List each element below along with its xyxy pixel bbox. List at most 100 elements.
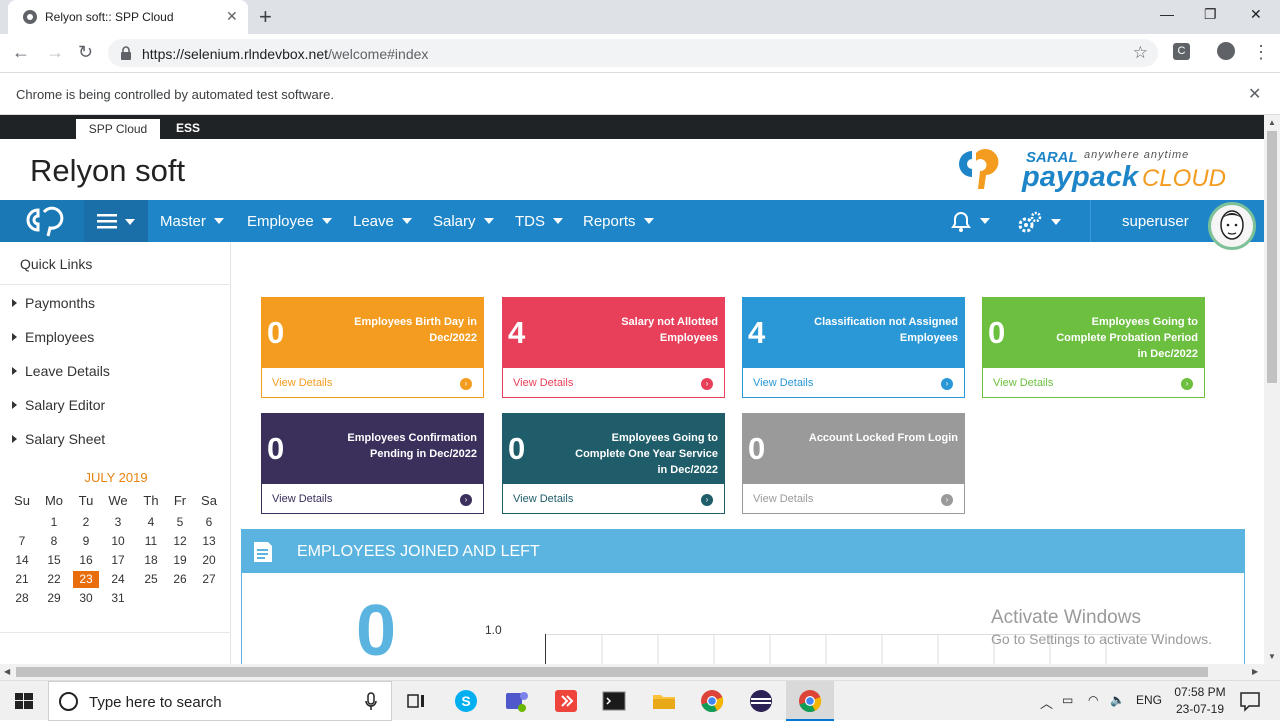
skype-icon[interactable]: S — [452, 687, 480, 715]
calendar-day[interactable]: 22 — [41, 571, 67, 588]
menu-reports[interactable]: Reports — [583, 213, 654, 230]
calendar-day[interactable]: 28 — [9, 590, 35, 607]
arrow-circle-icon[interactable]: › — [701, 378, 713, 390]
profile-icon[interactable] — [1217, 42, 1235, 60]
language-indicator[interactable]: ENG — [1136, 693, 1162, 707]
sidebar-item-paymonths[interactable]: Paymonths — [12, 295, 95, 311]
back-icon[interactable]: ← — [12, 42, 30, 63]
menu-employee[interactable]: Employee — [247, 213, 332, 230]
scroll-left-icon[interactable]: ◀ — [4, 667, 10, 676]
sidebar-item-leave-details[interactable]: Leave Details — [12, 363, 110, 379]
calendar-day[interactable]: 24 — [105, 571, 131, 588]
microphone-icon[interactable] — [365, 692, 377, 712]
battery-icon[interactable]: ▭ — [1062, 693, 1073, 707]
active-chrome-task[interactable] — [786, 681, 834, 721]
new-tab-icon[interactable]: + — [259, 4, 272, 30]
calendar-day[interactable]: 7 — [9, 533, 35, 550]
volume-icon[interactable]: 🔈 — [1110, 693, 1125, 707]
tab-ess[interactable]: ESS — [176, 121, 200, 135]
calendar-day[interactable]: 15 — [41, 552, 67, 569]
show-hidden-icons[interactable]: ︿ — [1040, 693, 1053, 712]
view-details-link[interactable]: View Details — [272, 377, 332, 389]
infobar-close-icon[interactable]: ✕ — [1248, 84, 1261, 104]
scroll-up-icon[interactable]: ▲ — [1268, 118, 1276, 127]
terminal-icon[interactable] — [600, 687, 628, 715]
calendar-day[interactable]: 19 — [167, 552, 193, 569]
system-clock[interactable]: 07:58 PM 23-07-19 — [1172, 684, 1228, 718]
calendar-day[interactable]: 8 — [41, 533, 67, 550]
calendar-day[interactable]: 27 — [196, 571, 222, 588]
calendar-day[interactable]: 29 — [41, 590, 67, 607]
calendar-today[interactable]: 23 — [73, 571, 99, 588]
calendar-day[interactable]: 12 — [167, 533, 193, 550]
arrow-circle-icon[interactable]: › — [460, 494, 472, 506]
extension-icon[interactable]: C — [1173, 43, 1190, 60]
notification-center-icon[interactable] — [1236, 687, 1264, 715]
calendar-day[interactable]: 13 — [196, 533, 222, 550]
close-window-icon[interactable]: ✕ — [1250, 6, 1262, 23]
teams-icon[interactable] — [502, 687, 530, 715]
view-details-link[interactable]: View Details — [513, 493, 573, 505]
chrome-menu-icon[interactable]: ⋮ — [1252, 42, 1270, 63]
calendar-day[interactable]: 26 — [167, 571, 193, 588]
bookmark-star-icon[interactable]: ☆ — [1133, 43, 1148, 63]
avatar[interactable] — [1208, 202, 1256, 250]
arrow-circle-icon[interactable]: › — [941, 494, 953, 506]
calendar-day[interactable]: 11 — [138, 533, 164, 550]
eclipse-icon[interactable] — [747, 687, 775, 715]
tab-spp-cloud[interactable]: SPP Cloud — [76, 119, 160, 139]
menu-leave[interactable]: Leave — [353, 213, 412, 230]
restore-icon[interactable]: ❐ — [1204, 6, 1217, 23]
scrollbar-thumb[interactable] — [16, 667, 1208, 677]
taskbar-search-box[interactable]: Type here to search — [48, 681, 392, 721]
scrollbar-thumb[interactable] — [1267, 131, 1277, 383]
sidebar-item-employees[interactable]: Employees — [12, 329, 94, 345]
arrow-circle-icon[interactable]: › — [701, 494, 713, 506]
task-view-icon[interactable] — [402, 687, 430, 715]
menu-tds[interactable]: TDS — [515, 213, 563, 230]
calendar-day[interactable]: 21 — [9, 571, 35, 588]
wifi-icon[interactable]: ◠ — [1088, 693, 1098, 707]
calendar-day[interactable]: 30 — [73, 590, 99, 607]
home-logo-button[interactable] — [0, 200, 84, 242]
scroll-down-icon[interactable]: ▼ — [1268, 652, 1276, 661]
hamburger-menu-button[interactable] — [84, 200, 148, 242]
close-tab-icon[interactable]: ✕ — [226, 8, 238, 25]
arrow-circle-icon[interactable]: › — [1181, 378, 1193, 390]
anydesk-icon[interactable] — [552, 687, 580, 715]
calendar-day[interactable]: 6 — [196, 514, 222, 531]
reload-icon[interactable]: ↻ — [78, 42, 93, 63]
arrow-circle-icon[interactable]: › — [460, 378, 472, 390]
chrome-icon[interactable] — [698, 687, 726, 715]
calendar-day[interactable]: 25 — [138, 571, 164, 588]
calendar-day[interactable]: 5 — [167, 514, 193, 531]
calendar-day[interactable]: 20 — [196, 552, 222, 569]
minimize-icon[interactable]: — — [1160, 6, 1174, 22]
menu-master[interactable]: Master — [160, 213, 224, 230]
calendar-day[interactable]: 2 — [73, 514, 99, 531]
calendar-day[interactable]: 31 — [105, 590, 131, 607]
calendar-day[interactable]: 9 — [73, 533, 99, 550]
sidebar-item-salary-editor[interactable]: Salary Editor — [12, 397, 105, 413]
file-explorer-icon[interactable] — [650, 687, 678, 715]
sidebar-item-salary-sheet[interactable]: Salary Sheet — [12, 431, 105, 447]
calendar-day[interactable]: 17 — [105, 552, 131, 569]
view-details-link[interactable]: View Details — [753, 493, 813, 505]
calendar-day[interactable]: 10 — [105, 533, 131, 550]
calendar-day[interactable]: 3 — [105, 514, 131, 531]
view-details-link[interactable]: View Details — [753, 377, 813, 389]
arrow-circle-icon[interactable]: › — [941, 378, 953, 390]
windows-start-icon[interactable] — [10, 687, 38, 715]
horizontal-scrollbar[interactable]: ◀ ▶ — [0, 664, 1280, 680]
view-details-link[interactable]: View Details — [272, 493, 332, 505]
calendar-day[interactable]: 18 — [138, 552, 164, 569]
settings-button[interactable] — [1017, 211, 1061, 235]
browser-tab[interactable]: Relyon soft:: SPP Cloud ✕ — [8, 0, 248, 34]
menu-salary[interactable]: Salary — [433, 213, 494, 230]
address-bar[interactable]: https://selenium.rlndevbox.net/welcome#i… — [108, 39, 1158, 67]
notifications-button[interactable] — [950, 211, 990, 233]
calendar-day[interactable]: 14 — [9, 552, 35, 569]
calendar-day[interactable]: 16 — [73, 552, 99, 569]
scroll-right-icon[interactable]: ▶ — [1252, 667, 1258, 676]
user-menu[interactable]: superuser — [1090, 200, 1264, 250]
